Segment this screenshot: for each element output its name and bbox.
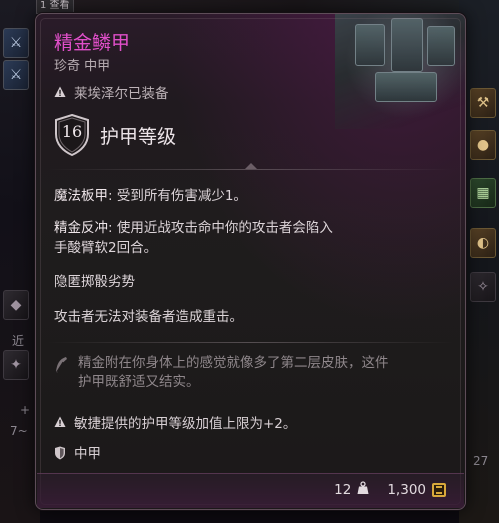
side-label: 近	[12, 334, 25, 348]
inventory-slot-icon[interactable]: ✧	[470, 272, 496, 302]
inventory-slot-icon[interactable]: ⚔	[3, 60, 29, 90]
flavor-text-row: 精金附在你身体上的感觉就像多了第二层皮肤，这件 护甲既舒适又结实。	[54, 354, 454, 392]
property-stealth-disadvantage: 隐匿掷骰劣势	[54, 274, 135, 290]
property-adamantine-recoil: 精金反冲: 使用近战攻击命中你的攻击者会陷入	[54, 220, 333, 236]
equipped-by-text: 莱埃泽尔已装备	[74, 86, 169, 102]
side-label: 7~	[10, 424, 28, 438]
weight-value: 12	[334, 482, 352, 498]
side-label: +	[20, 403, 31, 417]
equipped-by-row: 莱埃泽尔已装备	[54, 82, 169, 102]
dex-cap-text: 敏捷提供的护甲等级加值上限为+2。	[74, 416, 297, 432]
weight-icon	[357, 481, 369, 499]
divider-notch	[245, 163, 257, 169]
top-tab-chip[interactable]: 1 查看	[36, 0, 74, 14]
warning-icon	[54, 86, 66, 98]
armor-class-label: 护甲等级	[100, 125, 177, 148]
item-tooltip: 精金鳞甲 珍奇 中甲 莱埃泽尔已装备 16 护甲等级 魔法板甲: 受到所有伤害减…	[35, 13, 466, 510]
armor-item-image	[335, 14, 465, 129]
inventory-slot-icon[interactable]: ✦	[3, 350, 29, 380]
item-title: 精金鳞甲	[54, 32, 131, 54]
medium-armor-shield-icon	[54, 446, 66, 460]
background-top-bar	[0, 0, 499, 14]
armor-class-row: 16 护甲等级	[54, 113, 177, 157]
inventory-slot-icon[interactable]: ⚒	[470, 88, 496, 118]
item-rarity-type: 珍奇 中甲	[54, 59, 111, 74]
armor-class-shield-icon: 16	[54, 113, 90, 157]
side-label: 27	[473, 454, 489, 468]
armor-type-text: 中甲	[74, 446, 101, 462]
property-no-critical: 攻击者无法对装备者造成重击。	[54, 309, 243, 325]
gold-coin-icon	[432, 483, 446, 497]
inventory-slot-icon[interactable]: ◐	[470, 228, 496, 258]
price-value: 1,300	[387, 482, 426, 498]
tooltip-footer: 12 1,300	[37, 473, 464, 508]
feather-quill-icon	[54, 356, 68, 392]
dex-cap-row: 敏捷提供的护甲等级加值上限为+2。	[54, 412, 296, 432]
property-magic-plate: 魔法板甲: 受到所有伤害减少1。	[54, 188, 247, 204]
inventory-slot-icon[interactable]: ◆	[3, 290, 29, 320]
warning-icon	[54, 416, 66, 428]
inventory-slot-icon[interactable]: ▦	[470, 178, 496, 208]
inventory-slot-icon[interactable]: ⚔	[3, 28, 29, 58]
inventory-slot-icon[interactable]: ●	[470, 130, 496, 160]
armor-class-value: 16	[61, 122, 83, 141]
section-divider	[48, 342, 453, 343]
flavor-text-line: 护甲既舒适又结实。	[78, 374, 200, 390]
armor-type-row: 中甲	[54, 442, 101, 462]
section-divider	[48, 169, 453, 170]
flavor-text-line: 精金附在你身体上的感觉就像多了第二层皮肤，这件	[78, 355, 389, 371]
property-adamantine-recoil-cont: 手酸臂软2回合。	[54, 240, 158, 256]
